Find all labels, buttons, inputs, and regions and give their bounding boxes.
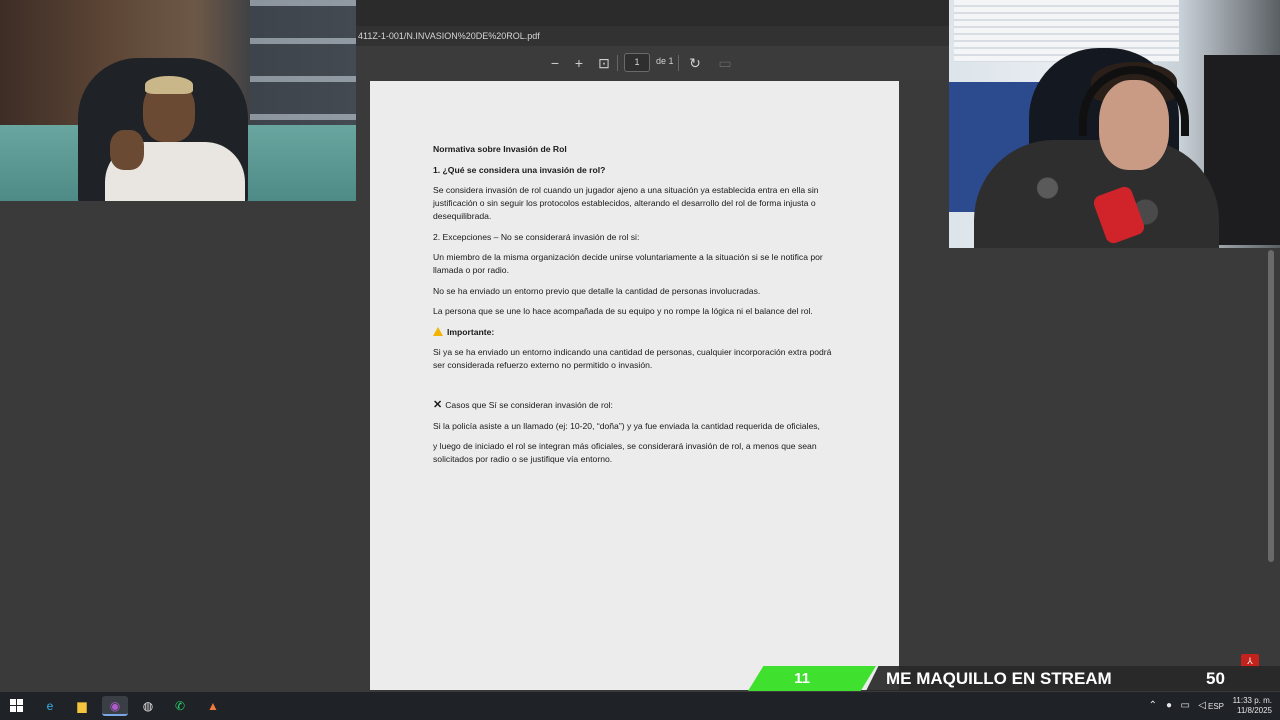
screen: 411Z-1-001/N.INVASION%20DE%20ROL.pdf − +… [0, 0, 1280, 720]
warning-icon [433, 326, 443, 336]
browser-tab-strip [356, 0, 950, 26]
whatsapp-icon[interactable]: ✆ [167, 696, 193, 716]
goal-title: ME MAQUILLO EN STREAM [886, 669, 1112, 688]
cases-heading-line: ✕ Casos que Sí se consideran invasión de … [433, 399, 843, 412]
clock-date: 11/8/2025 [1237, 706, 1272, 715]
window-blind [954, 0, 1179, 62]
chrome-icon[interactable]: ◉ [102, 696, 128, 716]
page-number-input[interactable]: 1 [624, 53, 650, 72]
zoom-out-button[interactable]: − [546, 54, 564, 72]
important-body: Si ya se ha enviado un entorno indicando… [433, 347, 832, 370]
streamer-shirt [974, 140, 1219, 248]
page-total-label: de 1 [656, 56, 674, 66]
obs-icon[interactable]: ◍ [135, 696, 161, 716]
network-icon[interactable]: ▭ [1181, 700, 1190, 711]
scrollbar[interactable] [1268, 250, 1274, 562]
clock[interactable]: 11:33 p. m. 11/8/2025 [1228, 696, 1272, 716]
webcam-left [0, 0, 356, 201]
important-label: Importante: [447, 326, 495, 337]
cases-heading: Casos que Sí se consideran invasión de r… [445, 400, 613, 410]
stream-goal-bar: 11 ME MAQUILLO EN STREAM 50 [748, 666, 1280, 691]
rotate-button[interactable]: ↻ [686, 54, 704, 72]
taskbar: e ▆ ◉ ◍ ✆ ▲ ⌃ ● ▭ ◁ ESP 11:33 p. m. 11/8… [0, 692, 1280, 720]
webcam-right [949, 0, 1280, 248]
section1-heading: 1. ¿Qué se considera una invasión de rol… [433, 164, 606, 175]
case-line-1: Si la policía asiste a un llamado (ej: 1… [433, 420, 820, 431]
pdf-page: Normativa sobre Invasión de Rol 1. ¿Qué … [370, 81, 899, 690]
hand [110, 130, 144, 170]
zoom-in-button[interactable]: + [570, 54, 588, 72]
exception-3: La persona que se une lo hace acompañada… [433, 306, 813, 316]
streamer-left [95, 76, 255, 201]
document-title: Normativa sobre Invasión de Rol [433, 144, 567, 154]
language-indicator[interactable]: ESP [1208, 702, 1224, 711]
volume-icon[interactable]: ◁ [1198, 700, 1206, 711]
goal-current-count: 11 [794, 670, 810, 687]
exception-1: Un miembro de la misma organización deci… [433, 252, 823, 275]
cross-icon: ✕ [433, 399, 443, 411]
case-line-2: y luego de iniciado el rol se integran m… [433, 441, 817, 464]
toolbar-divider [678, 55, 679, 71]
hair [145, 76, 193, 94]
edge-icon[interactable]: e [37, 696, 63, 716]
exception-2: No se ha enviado un entorno previo que d… [433, 285, 761, 296]
pdf-toolbar: − + ⊡ 1 de 1 ↻ ▭ [356, 46, 950, 80]
microphone-icon[interactable]: ● [1166, 700, 1172, 711]
important-line: Importante: [433, 326, 843, 339]
clock-time: 11:33 p. m. [1232, 696, 1272, 705]
game-app-icon[interactable]: ▲ [200, 696, 226, 716]
section1-body: Se considera invasión de rol cuando un j… [433, 185, 819, 221]
windows-start-icon[interactable] [10, 699, 23, 712]
address-bar[interactable]: 411Z-1-001/N.INVASION%20DE%20ROL.pdf [356, 26, 950, 46]
goal-target: 50 [1206, 669, 1225, 688]
toolbar-divider [617, 55, 618, 71]
page-view-button[interactable]: ▭ [716, 54, 734, 72]
section2-heading: 2. Excepciones – No se considerará invas… [433, 231, 640, 242]
file-explorer-icon[interactable]: ▆ [69, 696, 95, 716]
pdf-text: Normativa sobre Invasión de Rol 1. ¿Qué … [433, 143, 843, 474]
chevron-up-icon[interactable]: ⌃ [1149, 700, 1157, 711]
fit-page-button[interactable]: ⊡ [595, 54, 613, 72]
